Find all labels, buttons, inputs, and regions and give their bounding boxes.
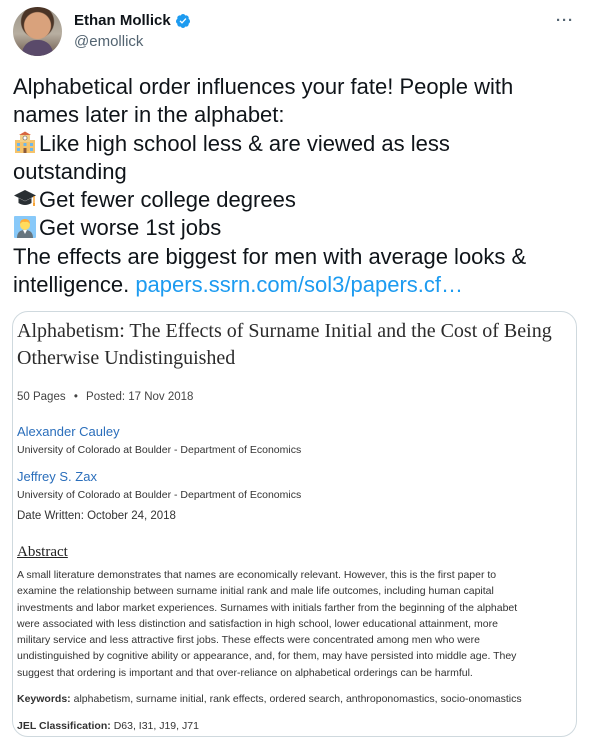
tweet-line: names later in the alphabet: [13,102,285,128]
date-written: Date Written: October 24, 2018 [17,510,176,522]
tweet-line: The effects are biggest for men with ave… [13,243,527,269]
keywords-label: Keywords: [17,693,71,705]
paper-title: Alphabetism: The Effects of Surname Init… [17,320,552,369]
author-affiliation: University of Colorado at Boulder - Depa… [17,489,302,501]
tweet-line: Get worse 1st jobs [13,214,573,242]
handle[interactable]: @emollick [74,33,143,50]
keywords: Keywords: alphabetism, surname initial, … [17,693,569,705]
jel-value: D63, I31, J19, J71 [113,720,199,732]
tweet-line: Get fewer college degrees [13,186,573,214]
author-name-row: Ethan Mollick [74,12,191,29]
office-worker-icon [14,216,36,239]
keywords-value: alphabetism, surname initial, rank effec… [73,693,522,705]
tweet-line: Alphabetical order influences your fate!… [13,74,514,99]
jel-label: JEL Classification: [17,720,111,732]
jel-classification: JEL Classification: D63, I31, J19, J71 [17,720,199,732]
abstract-heading: Abstract [17,544,68,560]
abstract-line: examine the relationship between surname… [17,585,494,598]
abstract-line: investments and labor market experiences… [17,601,518,614]
graduation-cap-icon [14,190,36,207]
tweet-line-text: Like high school less & are viewed as le… [39,130,450,156]
tweet-line-text: intelligence. [13,272,130,298]
link-preview-card[interactable]: Alphabetism: The Effects of Surname Init… [12,311,577,737]
verified-badge-icon [175,13,190,28]
avatar[interactable] [13,7,62,56]
page-count: 50 Pages [17,391,66,403]
paper-preview: Alphabetism: The Effects of Surname Init… [17,318,572,732]
display-name[interactable]: Ethan Mollick [74,12,171,29]
tweet-line-text: Get fewer college degrees [39,187,296,213]
author-link: Jeffrey S. Zax [17,469,97,484]
author-link: Alexander Cauley [17,424,120,439]
abstract-line: military service and less attractive fir… [17,634,480,647]
abstract-body: A small literature demonstrates that nam… [17,567,569,681]
abstract-line: were associated with less distinction an… [17,617,498,630]
abstract-line: undistinguished by cognitive ability or … [17,650,517,663]
abstract-line: A small literature demonstrates that nam… [17,569,497,581]
paper-meta: 50 Pages • Posted: 17 Nov 2018 [17,391,193,403]
tweet-line: Like high school less & are viewed as le… [13,130,573,158]
tweet-line-text: Get worse 1st jobs [39,215,222,241]
tweet-text: Alphabetical order influences your fate!… [13,73,573,299]
posted-date: Posted: 17 Nov 2018 [86,391,194,403]
tweet-line: intelligence. papers.ssrn.com/sol3/paper… [13,271,573,299]
tweet: Ethan Mollick @emollick ··· Alphabetical… [0,0,594,745]
more-horizontal-icon[interactable]: ··· [556,12,574,29]
meta-separator: • [73,391,78,403]
abstract-line: suggest that ordering is important and t… [17,666,473,679]
school-icon [15,131,35,153]
paper-link[interactable]: papers.ssrn.com/sol3/papers.cf… [135,272,463,297]
author-affiliation: University of Colorado at Boulder - Depa… [17,444,302,456]
tweet-line: outstanding [13,158,127,184]
